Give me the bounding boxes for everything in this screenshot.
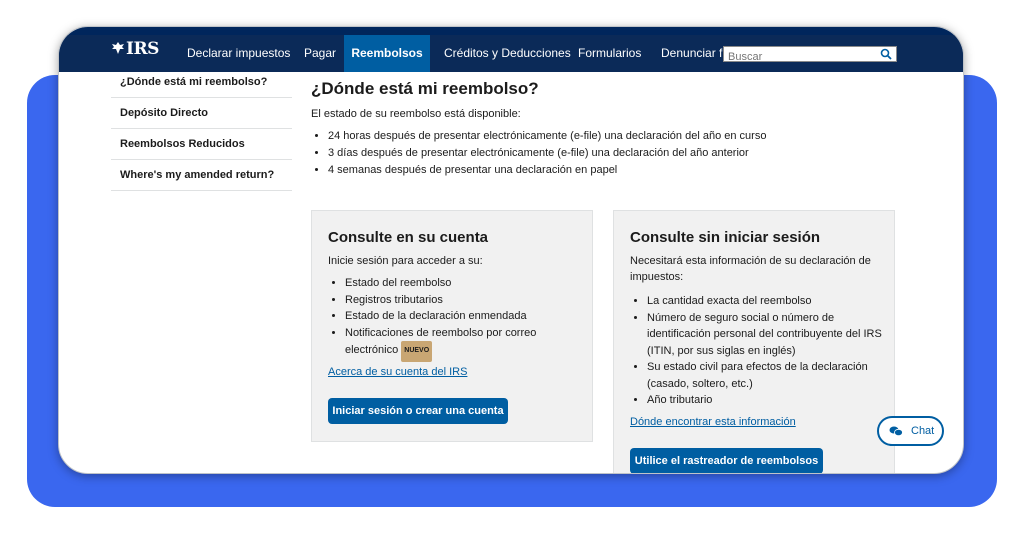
list-item: 4 semanas después de presentar una decla…: [328, 162, 911, 179]
required-info-list: La cantidad exacta del reembolso Número …: [630, 293, 882, 409]
sign-in-button[interactable]: Iniciar sesión o crear una cuenta: [328, 398, 508, 424]
nav-declarar-impuestos[interactable]: Declarar impuestos: [173, 35, 304, 72]
sidebar-item-amended-return[interactable]: Where's my amended return?: [111, 160, 292, 191]
list-item: 3 días después de presentar electrónicam…: [328, 145, 911, 162]
sidebar-item-donde-esta-mi-reembolso[interactable]: ¿Dónde está mi reembolso?: [111, 72, 292, 98]
page-title: ¿Dónde está mi reembolso?: [311, 79, 539, 98]
card-title: Consulte sin iniciar sesión: [630, 229, 821, 246]
list-item: Número de seguro social o número de iden…: [647, 310, 882, 360]
list-item: Estado de la declaración enmendada: [345, 308, 578, 325]
card-intro: Inicie sesión para acceder a su:: [328, 255, 483, 267]
nav-reembolsos[interactable]: Reembolsos: [344, 35, 430, 72]
new-badge: NUEVO: [401, 341, 433, 362]
chat-button[interactable]: Chat: [877, 416, 944, 446]
search-box: [723, 46, 897, 64]
logo-text: IRS: [126, 39, 159, 59]
browser-frame: IRS Declarar impuestos Pagar Reembolsos …: [58, 26, 964, 474]
availability-list: 24 horas después de presentar electrónic…: [311, 128, 911, 179]
search-icon[interactable]: [880, 48, 892, 60]
list-item: Registros tributarios: [345, 292, 578, 309]
list-item: Estado del reembolso: [345, 275, 578, 292]
account-items-list: Estado del reembolso Registros tributari…: [328, 275, 578, 362]
eagle-icon: [112, 42, 124, 54]
intro-text: El estado de su reembolso está disponibl…: [311, 108, 521, 120]
nav-pagar[interactable]: Pagar: [290, 35, 350, 72]
card-intro: Necesitará esta información de su declar…: [630, 255, 871, 283]
top-navigation: IRS Declarar impuestos Pagar Reembolsos …: [59, 27, 963, 72]
search-input[interactable]: [724, 50, 874, 64]
nav-creditos-deducciones[interactable]: Créditos y Deducciones: [430, 35, 585, 72]
list-item: Año tributario: [647, 392, 882, 409]
list-item-text: Notificaciones de reembolso por correo e…: [345, 326, 537, 357]
list-item: La cantidad exacta del reembolso: [647, 293, 882, 310]
list-item: Su estado civil para efectos de la decla…: [647, 359, 882, 392]
chat-label: Chat: [911, 425, 935, 437]
where-to-find-link[interactable]: Dónde encontrar esta información: [630, 416, 796, 428]
nav-formularios[interactable]: Formularios: [564, 35, 655, 72]
list-item: 24 horas después de presentar electrónic…: [328, 128, 911, 145]
list-item: Notificaciones de reembolso por correo e…: [345, 325, 578, 362]
sidebar-nav: ¿Dónde está mi reembolso? Depósito Direc…: [111, 72, 292, 191]
card-check-account: Consulte en su cuenta Inicie sesión para…: [311, 210, 593, 442]
sidebar-item-reembolsos-reducidos[interactable]: Reembolsos Reducidos: [111, 129, 292, 160]
refund-tracker-button[interactable]: Utilice el rastreador de reembolsos: [630, 448, 823, 473]
irs-logo[interactable]: IRS: [111, 39, 159, 59]
account-info-link[interactable]: Acerca de su cuenta del IRS: [328, 366, 467, 378]
chat-icon: [889, 426, 903, 437]
card-check-without-login: Consulte sin iniciar sesión Necesitará e…: [613, 210, 895, 473]
main-content: ¿Dónde está mi reembolso? El estado de s…: [311, 72, 911, 179]
sidebar-item-deposito-directo[interactable]: Depósito Directo: [111, 98, 292, 129]
card-title: Consulte en su cuenta: [328, 229, 489, 246]
